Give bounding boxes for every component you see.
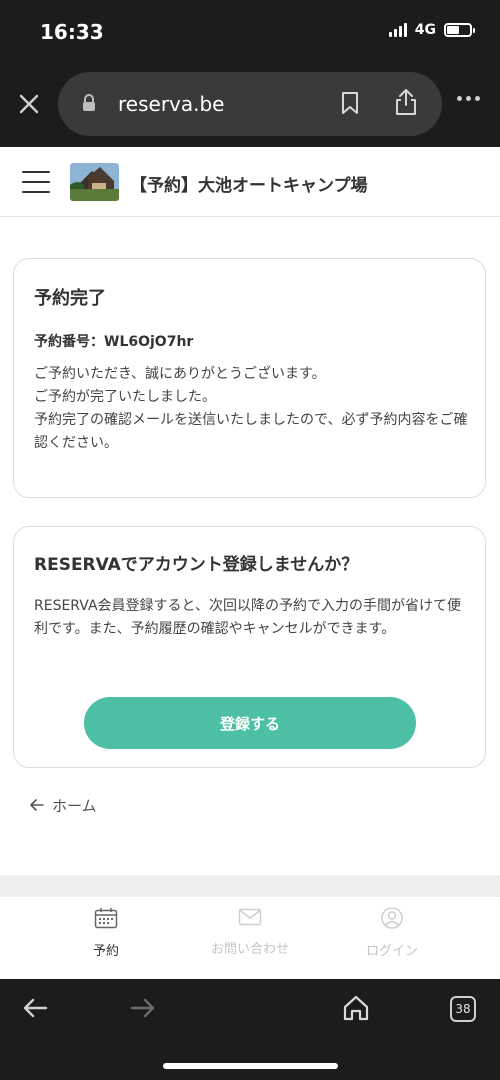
card-title: 予約完了	[34, 288, 106, 309]
divider-band	[0, 875, 500, 897]
reservation-number: 予約番号：WL6OjO7hr	[34, 334, 194, 350]
signal-icon	[388, 23, 407, 37]
signup-message: RESERVA会員登録すると、次回以降の予約で入力の手間が省けて便利です。また、…	[34, 598, 461, 637]
status-indicators: 4G	[388, 22, 475, 38]
bookmark-icon[interactable]	[340, 91, 360, 119]
site-logo-image	[70, 163, 119, 201]
calendar-icon	[94, 907, 118, 933]
site-title[interactable]: 【予約】大池オートキャンプ場	[130, 171, 368, 196]
arrow-left-icon	[30, 797, 44, 815]
lock-icon	[82, 94, 96, 116]
url-text: reserva.be	[118, 92, 225, 116]
battery-icon	[444, 23, 475, 37]
card-title: RESERVAでアカウント登録しませんか？	[34, 555, 359, 575]
bottom-tab-bar: 予約 お問い合わせ ログイン	[0, 897, 500, 979]
tab-label: お問い合わせ	[210, 942, 289, 957]
tabs-count-button[interactable]: 38	[450, 996, 476, 1022]
menu-icon[interactable]	[22, 171, 50, 193]
confirmation-message: ご予約いただき、誠にありがとうございます。 ご予約が完了いたしました。 予約完了の確…	[34, 366, 468, 451]
address-bar[interactable]: reserva.be	[58, 72, 442, 136]
tab-contact[interactable]: お問い合わせ	[190, 907, 310, 957]
forward-arrow-icon[interactable]	[130, 997, 156, 1023]
status-time: 16:33	[40, 20, 104, 44]
tab-reserve[interactable]: 予約	[46, 907, 166, 959]
tab-login[interactable]: ログイン	[332, 907, 452, 959]
network-type: 4G	[414, 22, 436, 38]
home-link[interactable]: ホーム	[30, 795, 97, 816]
close-icon[interactable]	[16, 91, 42, 117]
home-link-label: ホーム	[52, 797, 97, 815]
tab-label: ログイン	[365, 944, 418, 959]
account-signup-card: RESERVAでアカウント登録しませんか？ RESERVA会員登録すると、次回以…	[13, 526, 486, 768]
browser-bottom-bar: 38	[0, 979, 500, 1080]
back-arrow-icon[interactable]	[22, 997, 48, 1023]
tab-label: 予約	[92, 944, 119, 959]
share-icon[interactable]	[394, 88, 418, 120]
register-button[interactable]: 登録する	[84, 697, 416, 749]
user-icon	[380, 907, 404, 933]
more-options-icon[interactable]	[457, 96, 480, 101]
reservation-complete-card: 予約完了 予約番号：WL6OjO7hr ご予約いただき、誠にありがとうございます…	[13, 258, 486, 498]
site-header: 【予約】大池オートキャンプ場	[0, 147, 500, 217]
home-icon[interactable]	[342, 994, 370, 1026]
home-indicator	[163, 1063, 338, 1069]
mail-icon	[238, 907, 262, 931]
browser-top-bar: 16:33 4G reserva.be	[0, 0, 500, 147]
